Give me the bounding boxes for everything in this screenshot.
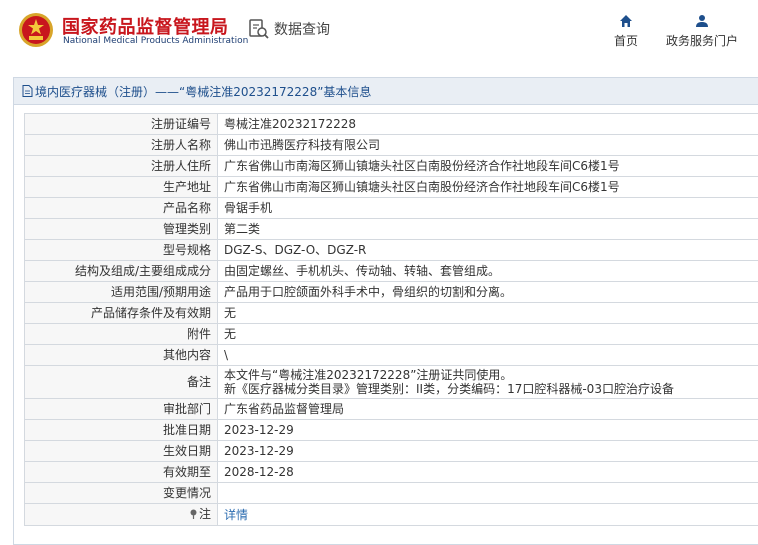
table-row: 注册人名称 佛山市迅腾医疗科技有限公司 (24, 134, 758, 156)
remarks-line-2: 新《医疗器械分类目录》管理类别：II类，分类编码：17口腔科器械-03口腔治疗设… (224, 382, 674, 396)
row-label: 结构及组成/主要组成成分 (24, 260, 218, 282)
row-label: 注册证编号 (24, 113, 218, 135)
pin-icon (190, 509, 197, 519)
row-value: 由固定螺丝、手机机头、传动轴、转轴、套管组成。 (217, 260, 758, 282)
table-row: 变更情况 (24, 482, 758, 504)
note-label-text: 注 (198, 507, 211, 521)
remarks-line-1: 本文件与“粤械注准20232172228”注册证共同使用。 (224, 368, 513, 382)
panel-title: 境内医疗器械（注册）——“粤械注准20232172228”基本信息 (35, 84, 372, 99)
row-value: \ (217, 344, 758, 366)
data-query-icon (249, 19, 269, 39)
row-label: 生效日期 (24, 440, 218, 462)
data-query-label: 数据查询 (274, 22, 330, 38)
row-label: 批准日期 (24, 419, 218, 441)
note-label: 注 (189, 505, 211, 525)
table-row: 生产地址 广东省佛山市南海区狮山镇塘头社区白南股份经济合作社地段车间C6楼1号 (24, 176, 758, 198)
document-icon (22, 85, 33, 97)
table-row: 批准日期 2023-12-29 (24, 419, 758, 441)
row-label: 附件 (24, 323, 218, 345)
nav-services-label: 政务服务门户 (665, 34, 738, 48)
row-value: 2028-12-28 (217, 461, 758, 483)
table-row: 产品储存条件及有效期无 (24, 302, 758, 324)
row-label: 注册人住所 (24, 155, 218, 177)
row-label: 其他内容 (24, 344, 218, 366)
table-row: 注册证编号 粤械注准20232172228 (24, 113, 758, 135)
row-label: 变更情况 (24, 482, 218, 504)
row-value: 无 (217, 323, 758, 345)
data-query-link[interactable]: 数据查询 (248, 18, 330, 40)
site-header: 国家药品监督管理局 National Medical Products Admi… (0, 0, 758, 64)
table-row: 产品名称 骨锯手机 (24, 197, 758, 219)
info-table: 注册证编号 粤械注准20232172228 注册人名称 佛山市迅腾医疗科技有限公司 … (24, 113, 758, 526)
nav-home-label: 首页 (613, 34, 638, 48)
row-value: 广东省佛山市南海区狮山镇塘头社区白南股份经济合作社地段车间C6楼1号 (217, 155, 758, 177)
device-info-panel: 境内医疗器械（注册）——“粤械注准20232172228”基本信息 注册证编号粤… (13, 77, 758, 545)
row-value: 无 (217, 302, 758, 324)
row-value: 广东省药品监督管理局 (217, 398, 758, 420)
panel-title-bar: 境内医疗器械（注册）——“粤械注准20232172228”基本信息 (14, 78, 758, 105)
row-label: 型号规格 (24, 239, 218, 261)
table-row: 管理类别 第二类 (24, 218, 758, 240)
nav-services[interactable]: 政务服务门户 (662, 14, 742, 49)
user-icon (696, 15, 708, 27)
row-value: 产品用于口腔颌面外科手术中，骨组织的切割和分离。 (217, 281, 758, 303)
row-value-remarks: 本文件与“粤械注准20232172228”注册证共同使用。 新《医疗器械分类目录… (217, 365, 758, 399)
home-icon (620, 15, 632, 27)
table-row: 审批部门 广东省药品监督管理局 (24, 398, 758, 420)
table-row: 生效日期 2023-12-29 (24, 440, 758, 462)
row-value: 佛山市迅腾医疗科技有限公司 (217, 134, 758, 156)
row-value: 2023-12-29 (217, 440, 758, 462)
table-row: 附件无 (24, 323, 758, 345)
table-row: 注 详情 (24, 503, 758, 526)
table-row: 备注 本文件与“粤械注准20232172228”注册证共同使用。 新《医疗器械分… (24, 365, 758, 399)
row-label: 适用范围/预期用途 (24, 281, 218, 303)
row-label: 有效期至 (24, 461, 218, 483)
row-value: 2023-12-29 (217, 419, 758, 441)
site-logo-subtitle: National Medical Products Administration (63, 36, 249, 46)
row-value (217, 482, 758, 504)
row-value: 详情 (217, 503, 758, 526)
row-value: 粤械注准20232172228 (217, 113, 758, 135)
table-row: 型号规格 DGZ-S、DGZ-O、DGZ-R (24, 239, 758, 261)
row-label: 管理类别 (24, 218, 218, 240)
row-label: 审批部门 (24, 398, 218, 420)
table-row: 注册人住所 广东省佛山市南海区狮山镇塘头社区白南股份经济合作社地段车间C6楼1号 (24, 155, 758, 177)
row-label: 备注 (24, 365, 218, 399)
row-value: 骨锯手机 (217, 197, 758, 219)
row-value: DGZ-S、DGZ-O、DGZ-R (217, 239, 758, 261)
table-row: 有效期至 2028-12-28 (24, 461, 758, 483)
details-link[interactable]: 详情 (224, 508, 248, 522)
row-label: 生产地址 (24, 176, 218, 198)
table-row: 适用范围/预期用途 产品用于口腔颌面外科手术中，骨组织的切割和分离。 (24, 281, 758, 303)
row-label: 注册人名称 (24, 134, 218, 156)
row-value: 广东省佛山市南海区狮山镇塘头社区白南股份经济合作社地段车间C6楼1号 (217, 176, 758, 198)
table-row: 结构及组成/主要组成成分 由固定螺丝、手机机头、传动轴、转轴、套管组成。 (24, 260, 758, 282)
national-emblem-icon (19, 13, 53, 47)
row-label-note: 注 (24, 503, 218, 526)
nav-home[interactable]: 首页 (609, 14, 643, 49)
row-value: 第二类 (217, 218, 758, 240)
row-label: 产品名称 (24, 197, 218, 219)
row-label: 产品储存条件及有效期 (24, 302, 218, 324)
table-row: 其他内容 \ (24, 344, 758, 366)
